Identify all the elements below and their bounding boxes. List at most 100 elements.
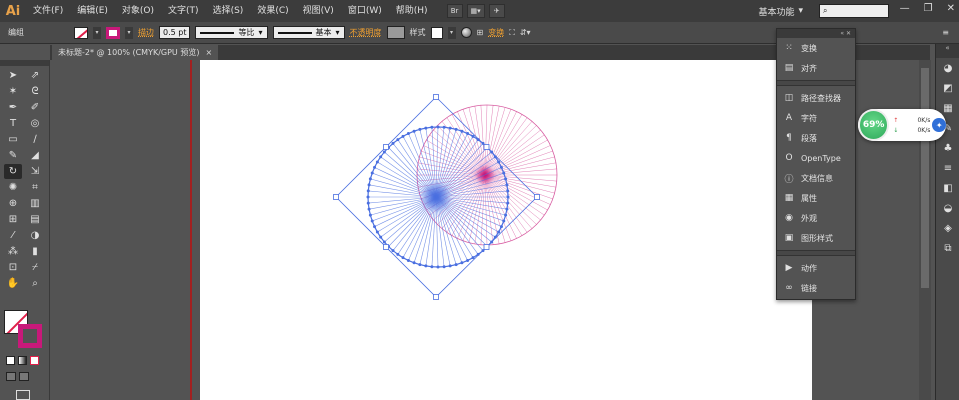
artboard[interactable] [200,60,812,400]
menu-help[interactable]: 帮助(H) [389,0,435,22]
type-tool-icon[interactable]: T [4,116,22,131]
accelerate-icon[interactable]: ✦ [932,118,946,132]
bridge-button[interactable]: Br [446,4,463,18]
stroke-weight-input[interactable]: 0.5 pt [159,26,191,39]
warp-tool-icon[interactable]: ✺ [4,180,22,195]
eyedropper-tool-icon[interactable]: ⁄ [4,228,22,243]
menu-select[interactable]: 选择(S) [206,0,251,22]
align-options-icon[interactable]: ⊞ [477,28,484,37]
download-speed: 0K/s [917,126,931,134]
fill-dropdown[interactable]: ▾ [93,26,101,39]
isolate-icon[interactable]: ⛶ [509,28,515,38]
selection-tool-icon[interactable]: ➤ [4,68,22,83]
artboards-icon[interactable]: ⧉ [936,238,959,258]
style-dropdown[interactable]: ▾ [447,26,456,39]
panel-item[interactable]: O OpenType [777,148,855,168]
direct-selection-tool-icon[interactable]: ⇗ [26,68,44,83]
gradient-icon[interactable]: ◧ [936,178,959,198]
menu-type[interactable]: 文字(T) [161,0,206,22]
lasso-tool-icon[interactable]: ᘓ [26,84,44,99]
pen-tool-icon[interactable]: ✒ [4,100,22,115]
color-icon[interactable]: ◕ [936,58,959,78]
menu-effect[interactable]: 效果(C) [250,0,295,22]
draw-normal-icon[interactable] [6,372,16,381]
panel-item[interactable]: ▤ 对齐 [777,58,855,78]
none-mode-icon[interactable] [30,356,39,365]
close-icon[interactable]: × [205,48,212,57]
menu-edit[interactable]: 编辑(E) [70,0,115,22]
menu-object[interactable]: 对象(O) [115,0,161,22]
panel-item[interactable]: ▦ 属性 [777,188,855,208]
screen-mode-icon[interactable] [16,390,30,400]
stroke-color-icon[interactable] [18,324,42,348]
symbols-icon[interactable]: ♣ [936,138,959,158]
color-mode-icon[interactable] [6,356,15,365]
panel-item[interactable]: ◫ 路径查找器 [777,88,855,108]
panel-item[interactable]: ∞ 链接 [777,278,855,298]
panel-item[interactable]: ◉ 外观 [777,208,855,228]
paintbrush-tool-icon[interactable]: ∕ [26,132,44,147]
minimize-icon[interactable]: — [900,3,910,14]
panel-header[interactable]: « ✕ [777,29,855,38]
menu-file[interactable]: 文件(F) [26,0,70,22]
spiral-tool-icon[interactable]: ◎ [26,116,44,131]
zoom-tool-icon[interactable]: ⌕ [26,276,44,291]
panel-item[interactable]: ⓘ 文档信息 [777,168,855,188]
eraser-tool-icon[interactable]: ◢ [26,148,44,163]
variable-width-profile[interactable]: 等比 ▾ [195,26,268,39]
column-graph-tool-icon[interactable]: ▮ [26,244,44,259]
restore-icon[interactable]: ❐ [924,3,933,14]
gpu-icon[interactable]: ✈ [488,4,505,18]
hand-tool-icon[interactable]: ✋ [4,276,22,291]
mesh-tool-icon[interactable]: ⊞ [4,212,22,227]
magic-wand-tool-icon[interactable]: ✶ [4,84,22,99]
panel-item[interactable]: ¶ 段落 [777,128,855,148]
scrollbar-thumb[interactable] [921,68,929,288]
color-guide-icon[interactable]: ◩ [936,78,959,98]
stroke-dropdown[interactable]: ▾ [125,26,133,39]
menu-view[interactable]: 视图(V) [296,0,341,22]
more-options-icon[interactable]: ⇵▾ [520,28,531,37]
transform-label[interactable]: 变换 [488,27,504,38]
control-menu-icon[interactable]: ≡ [942,28,949,37]
shape-builder-tool-icon[interactable]: ⊕ [4,196,22,211]
stroke-swatch[interactable] [106,26,120,39]
free-transform-tool-icon[interactable]: ⌗ [26,180,44,195]
workspace-switcher[interactable]: 基本功能 ▾ [752,4,809,18]
opacity-label[interactable]: 不透明度 [350,27,382,38]
slice-tool-icon[interactable]: ⌿ [26,260,44,275]
graphic-style-swatch[interactable] [430,26,443,39]
arrange-docs-icon[interactable]: ▦▾ [466,4,485,18]
scale-tool-icon[interactable]: ⇲ [26,164,44,179]
rectangle-tool-icon[interactable]: ▭ [4,132,22,147]
stroke-icon[interactable]: ≡ [936,158,959,178]
shaper-tool-icon[interactable]: ✎ [4,148,22,163]
blend-tool-icon[interactable]: ◑ [26,228,44,243]
stroke-weight-label[interactable]: 描边 [138,27,154,38]
transparency-icon[interactable]: ◒ [936,198,959,218]
draw-behind-icon[interactable] [19,372,29,381]
panel-item[interactable]: ⁙ 变换 [777,38,855,58]
gradient-tool-icon[interactable]: ▤ [26,212,44,227]
fill-swatch[interactable] [74,26,88,39]
rotate-tool-icon[interactable]: ↻ [4,164,22,179]
brush-definition[interactable]: 基本 ▾ [272,26,345,39]
recolor-icon[interactable] [460,27,472,38]
gradient-mode-icon[interactable] [18,356,27,365]
artwork-canvas[interactable] [200,60,812,400]
close-icon[interactable]: ✕ [947,3,955,14]
document-tab[interactable]: 未标题-2* @ 100% (CMYK/GPU 预览) × [52,45,219,60]
opacity-input[interactable] [386,26,405,39]
menu-window[interactable]: 窗口(W) [341,0,389,22]
panel-item[interactable]: ▶ 动作 [777,258,855,278]
panel-item[interactable]: A 字符 [777,108,855,128]
perspective-grid-tool-icon[interactable]: ▥ [26,196,44,211]
net-speed-widget[interactable]: 69% ↑ 0K/s ↓ 0K/s ✦ [858,109,946,141]
help-search-input[interactable]: ⌕ [819,4,889,18]
layers-icon[interactable]: ◈ [936,218,959,238]
curvature-tool-icon[interactable]: ✐ [26,100,44,115]
panel-item[interactable]: ▣ 图形样式 [777,228,855,248]
symbol-sprayer-tool-icon[interactable]: ⁂ [4,244,22,259]
artboard-tool-icon[interactable]: ⊡ [4,260,22,275]
dock-header[interactable]: « [936,44,959,58]
